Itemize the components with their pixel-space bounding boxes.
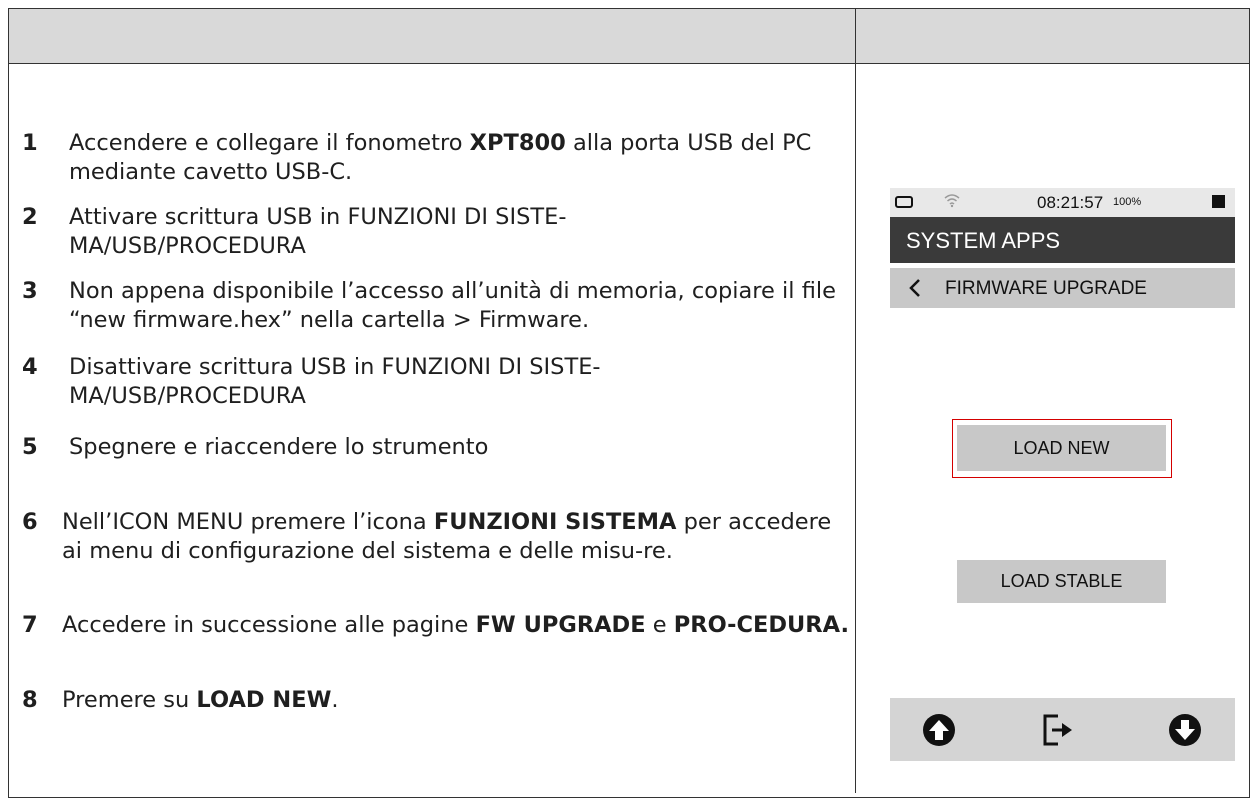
step-5: 5 Spegnere e riaccendere lo strumento <box>22 433 852 462</box>
exit-icon[interactable] <box>1040 712 1076 752</box>
step-7: 7 Accedere in successione alle pagine FW… <box>22 611 852 640</box>
arrow-down-circle-icon[interactable] <box>1168 713 1202 751</box>
stop-icon <box>1212 195 1225 208</box>
arrow-up-circle-icon[interactable] <box>922 713 956 751</box>
clock: 08:21:57 <box>1037 193 1104 212</box>
step-bold-part: XPT800 <box>469 130 566 156</box>
step-number: 6 <box>22 509 38 535</box>
table-header-right <box>855 8 1250 64</box>
step-number: 4 <box>22 354 38 380</box>
load-new-button[interactable]: LOAD NEW <box>957 425 1166 471</box>
step-3: 3 Non appena disponibile l’accesso all’u… <box>22 277 852 335</box>
step-text: Accedere in successione alle pagine FW U… <box>22 611 852 640</box>
status-bar: 08:21:57 100% <box>890 188 1235 217</box>
device-screen: 08:21:57 100% SYSTEM APPS FIRMWARE UPGRA… <box>890 188 1235 768</box>
step-bold-part: FW UPGRADE <box>475 612 646 638</box>
step-text: Non appena disponibile l’accesso all’uni… <box>69 278 836 333</box>
step-number: 2 <box>22 204 38 230</box>
step-1: 1 Accendere e collegare il fonometro XPT… <box>22 129 852 187</box>
step-text-part: Nell’ICON MENU premere l’icona <box>62 509 434 535</box>
step-text: Nell’ICON MENU premere l’icona FUNZIONI … <box>22 508 852 566</box>
submenu-bar[interactable]: FIRMWARE UPGRADE <box>890 268 1235 308</box>
step-text: Accendere e collegare il fonometro XPT80… <box>22 129 852 187</box>
step-number: 8 <box>22 687 38 713</box>
step-bold-part: LOAD NEW <box>196 687 332 713</box>
table-header-left <box>8 8 856 64</box>
step-text: Spegnere e riaccendere lo strumento <box>69 434 489 460</box>
step-2: 2 Attivare scrittura USB in FUNZIONI DI … <box>22 203 852 261</box>
step-number: 3 <box>22 278 38 304</box>
step-number: 5 <box>22 434 38 460</box>
step-bold-part: PRO-CEDURA. <box>673 612 849 638</box>
step-4: 4 Disattivare scrittura USB in FUNZIONI … <box>22 353 852 411</box>
step-number: 1 <box>22 130 38 156</box>
step-text-part: Accendere e collegare il fonometro <box>69 130 470 156</box>
step-bold-part: FUNZIONI SISTEMA <box>433 509 677 535</box>
step-text-part: Premere su <box>62 687 197 713</box>
app-title-bar: SYSTEM APPS <box>890 217 1235 263</box>
load-stable-button[interactable]: LOAD STABLE <box>957 560 1166 603</box>
chevron-left-icon[interactable] <box>907 275 923 307</box>
app-title: SYSTEM APPS <box>906 228 1061 253</box>
wifi-icon <box>943 192 961 213</box>
step-text-part: . <box>331 687 339 713</box>
step-text: Disattivare scrittura USB in FUNZIONI DI… <box>69 354 601 409</box>
step-text: Premere su LOAD NEW. <box>22 686 852 715</box>
step-text: Attivare scrittura USB in FUNZIONI DI SI… <box>69 204 567 259</box>
step-6: 6 Nell’ICON MENU premere l’icona FUNZION… <box>22 508 852 566</box>
step-text-part: e <box>645 612 674 638</box>
step-8: 8 Premere su LOAD NEW. <box>22 686 852 715</box>
nav-bar <box>890 698 1235 761</box>
battery-icon <box>895 196 913 208</box>
column-divider <box>855 63 856 793</box>
battery-percent: 100% <box>1113 196 1142 208</box>
submenu-title: FIRMWARE UPGRADE <box>945 278 1147 299</box>
step-number: 7 <box>22 612 38 638</box>
step-text-part: Accedere in successione alle pagine <box>62 612 476 638</box>
